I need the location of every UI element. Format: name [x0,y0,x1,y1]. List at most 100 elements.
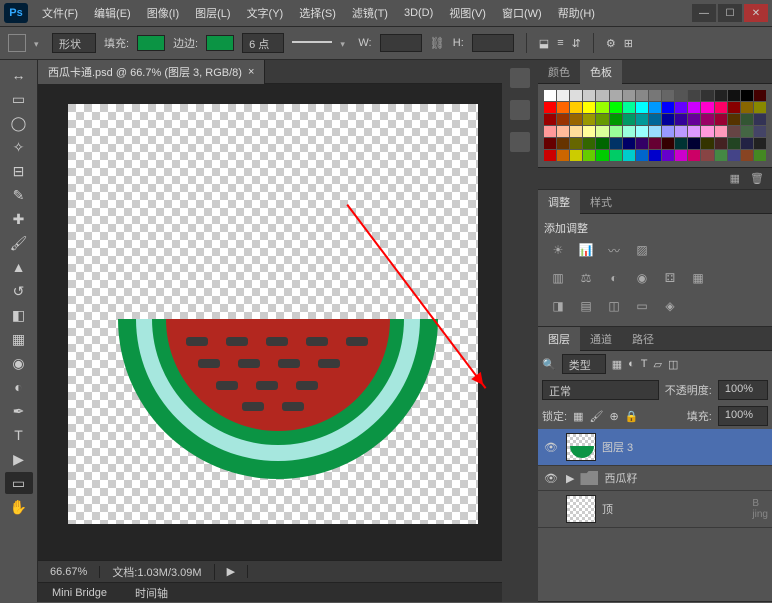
shape-tool[interactable]: ▭ [5,472,33,494]
stroke-style[interactable] [292,41,332,45]
swatch-cell[interactable] [728,150,740,161]
blend-mode-select[interactable]: 正常 [542,380,659,400]
hand-tool[interactable]: ✋ [5,496,33,518]
minimize-button[interactable]: — [692,4,716,22]
swatch-cell[interactable] [623,126,635,137]
swatch-cell[interactable] [636,90,648,101]
menu-image[interactable]: 图像(I) [139,1,187,25]
width-input[interactable] [380,34,422,52]
selective-color-icon[interactable]: ◈ [660,298,680,314]
expand-icon[interactable]: ▶ [566,472,574,485]
swatch-cell[interactable] [636,150,648,161]
swatch-cell[interactable] [636,102,648,113]
swatch-cell[interactable] [636,126,648,137]
swatch-cell[interactable] [583,126,595,137]
swatches-tab[interactable]: 色板 [580,60,622,84]
wand-tool[interactable]: ✧ [5,136,33,158]
swatch-cell[interactable] [728,102,740,113]
swatch-cell[interactable] [649,138,661,149]
menu-type[interactable]: 文字(Y) [239,1,292,25]
swatch-cell[interactable] [570,114,582,125]
path-op-icon[interactable]: ⬓ [539,37,549,50]
close-button[interactable]: ✕ [744,4,768,22]
fill-swatch[interactable] [137,35,165,51]
crop-tool[interactable]: ⊟ [5,160,33,182]
swatch-cell[interactable] [583,138,595,149]
swatch-cell[interactable] [649,90,661,101]
move-tool[interactable]: ↔ [5,64,33,86]
swatch-cell[interactable] [754,114,766,125]
layers-tab[interactable]: 图层 [538,327,580,351]
swatch-cell[interactable] [623,150,635,161]
swatch-cell[interactable] [675,102,687,113]
lock-pos-icon[interactable]: ⊕ [609,410,618,423]
heal-tool[interactable]: ✚ [5,208,33,230]
swatch-cell[interactable] [544,150,556,161]
swatch-cell[interactable] [610,138,622,149]
swatch-cell[interactable] [741,114,753,125]
shape-preview[interactable] [8,34,26,52]
collapsed-panel-1[interactable] [510,68,530,88]
swatch-cell[interactable] [649,126,661,137]
swatch-cell[interactable] [701,138,713,149]
swatch-cell[interactable] [715,150,727,161]
swatch-cell[interactable] [649,114,661,125]
layer-row-3[interactable]: 👁 图层 3 [538,429,772,466]
filter-pixel-icon[interactable]: ▦ [612,358,622,371]
swatch-cell[interactable] [623,90,635,101]
swatch-cell[interactable] [544,90,556,101]
eyedropper-tool[interactable]: ✎ [5,184,33,206]
swatch-cell[interactable] [741,138,753,149]
styles-tab[interactable]: 样式 [580,190,622,214]
group-name[interactable]: 西瓜籽 [604,470,637,486]
doc-info[interactable]: 文档:1.03M/3.09M [100,564,214,580]
document-tab[interactable]: 西瓜卡通.psd @ 66.7% (图层 3, RGB/8) × [38,60,265,84]
swatch-cell[interactable] [583,90,595,101]
link-icon[interactable]: ⛓ [430,36,445,50]
lock-pixels-icon[interactable]: 🖌 [589,410,603,423]
marquee-tool[interactable]: ▭ [5,88,33,110]
layer-group-row[interactable]: 👁 ▶ 西瓜籽 [538,466,772,491]
swatch-cell[interactable] [623,114,635,125]
swatch-cell[interactable] [596,150,608,161]
swatch-cell[interactable] [662,126,674,137]
swatch-cell[interactable] [557,138,569,149]
stamp-tool[interactable]: ▲ [5,256,33,278]
menu-edit[interactable]: 编辑(E) [86,1,139,25]
channels-tab[interactable]: 通道 [580,327,622,351]
swatch-cell[interactable] [728,126,740,137]
swatch-cell[interactable] [675,150,687,161]
menu-window[interactable]: 窗口(W) [494,1,550,25]
lock-trans-icon[interactable]: ▦ [573,410,583,423]
swatch-cell[interactable] [596,126,608,137]
visibility-icon[interactable]: 👁 [542,441,560,454]
swatch-cell[interactable] [636,114,648,125]
swatch-cell[interactable] [544,138,556,149]
stroke-style-drop-icon[interactable] [340,38,350,48]
filter-icon[interactable]: 🔍 [542,358,556,371]
layer-row-bg[interactable]: 顶 B jing [538,491,772,528]
swatch-cell[interactable] [596,90,608,101]
swatch-cell[interactable] [544,102,556,113]
swatch-cell[interactable] [662,114,674,125]
collapsed-panel-2[interactable] [510,100,530,120]
swatch-cell[interactable] [557,102,569,113]
align-icon[interactable]: ≡ [557,37,563,49]
menu-filter[interactable]: 滤镜(T) [344,1,396,25]
swatch-cell[interactable] [544,114,556,125]
swatch-cell[interactable] [701,114,713,125]
swatch-cell[interactable] [688,126,700,137]
lasso-tool[interactable]: ◯ [5,112,33,134]
swatch-cell[interactable] [596,138,608,149]
swatch-cell[interactable] [728,138,740,149]
collapsed-panel-3[interactable] [510,132,530,152]
swatch-cell[interactable] [570,150,582,161]
zoom-display[interactable]: 66.67% [38,566,100,578]
fill-input[interactable]: 100% [718,406,768,426]
swatch-cell[interactable] [754,138,766,149]
stroke-swatch[interactable] [206,35,234,51]
blur-tool[interactable]: ◉ [5,352,33,374]
swatch-cell[interactable] [701,126,713,137]
canvas[interactable] [68,104,478,524]
invert-icon[interactable]: ◨ [548,298,568,314]
